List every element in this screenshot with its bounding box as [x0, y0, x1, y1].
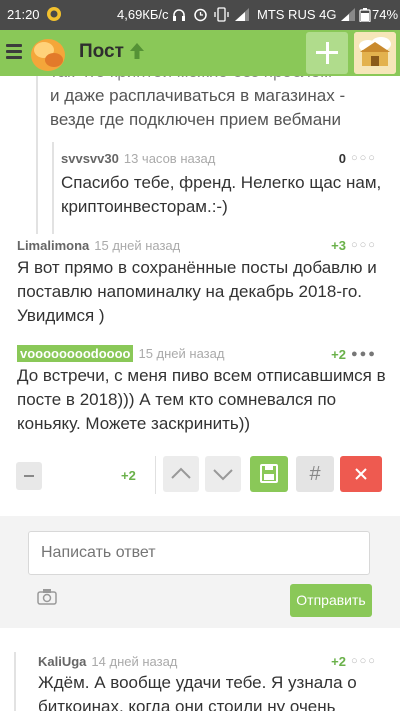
link-button[interactable]: #	[296, 456, 334, 492]
comment-author[interactable]: voooooooodoooo	[17, 345, 134, 362]
send-button[interactable]: Отправить	[290, 584, 372, 617]
comment-meta: KaliUga 14 дней назад	[38, 654, 177, 669]
comment-rating: +2	[331, 347, 346, 362]
chevron-up-icon	[171, 467, 191, 479]
more-icon[interactable]: ○○○	[351, 152, 377, 164]
app-toolbar: Пост	[0, 30, 400, 76]
comments-area: так что криптой можно без проблем и даже…	[0, 76, 400, 711]
more-icon[interactable]: ○○○	[351, 655, 377, 667]
upvote-button[interactable]	[163, 456, 199, 492]
comment-time: 13 часов назад	[123, 151, 216, 166]
comment-author[interactable]: KaliUga	[38, 654, 86, 669]
close-icon	[355, 468, 367, 480]
comment-author[interactable]: Limalimona	[17, 238, 89, 253]
comment-text: До встречи, с меня пиво всем отписавшимс…	[17, 366, 386, 433]
downvote-arrow-button[interactable]	[205, 456, 241, 492]
chevron-down-icon	[213, 469, 233, 481]
battery-icon	[359, 8, 371, 25]
more-icon[interactable]: ○○○	[351, 239, 377, 251]
page-title: Пост	[79, 41, 124, 62]
status-bar: 21:20 4,69КБ/с MTS RUS 4G 74%	[0, 0, 400, 30]
carrier-name: MTS RUS 4G	[257, 7, 337, 22]
comment-text: Ждём. А вообще удачи тебе. Я узнала о би…	[38, 673, 357, 711]
arrow-up-icon[interactable]	[128, 40, 146, 62]
more-icon[interactable]: ●●●	[351, 348, 377, 360]
thread-line	[14, 652, 16, 711]
comment-rating: 0	[338, 151, 346, 166]
status-time: 21:20	[7, 7, 40, 22]
signal-icon	[235, 8, 251, 24]
thread-line	[36, 76, 38, 234]
comment-text-line: и даже расплачиваться в магазинах -	[50, 86, 346, 105]
save-icon	[260, 464, 278, 483]
network-speed: 4,69КБ/с	[117, 7, 169, 22]
divider	[155, 456, 156, 494]
battery-level: 74%	[372, 7, 399, 22]
comment-author[interactable]: svvsvv30	[61, 151, 119, 166]
app-logo[interactable]	[28, 33, 68, 73]
comment-time: 15 дней назад	[138, 346, 225, 361]
alarm-icon	[193, 7, 208, 25]
comment-text-cut: так что криптой можно без проблем	[50, 76, 390, 84]
comment-text-line: везде где подключен прием вебмани	[50, 110, 342, 129]
comment-text: Спасибо тебе, френд. Нелегко щас нам, кр…	[61, 173, 382, 216]
comment-text: так что криптой можно без проблем и даже…	[50, 76, 390, 132]
user-avatar[interactable]	[354, 32, 396, 74]
comment-meta: Limalimona 15 дней назад	[17, 238, 180, 253]
thread-line	[52, 142, 54, 234]
reply-form: Отправить	[0, 516, 400, 628]
comment-text: Я вот прямо в сохранённые посты добавлю …	[17, 258, 377, 325]
close-button[interactable]	[340, 456, 382, 492]
comment-meta: voooooooodoooo 15 дней назад	[17, 345, 225, 362]
comment-rating: +2	[121, 468, 136, 483]
comment-time: 15 дней назад	[94, 238, 181, 253]
notification-icon	[46, 6, 62, 25]
save-button[interactable]	[250, 456, 288, 492]
signal-icon-2	[341, 8, 357, 24]
comment-rating: +3	[331, 238, 346, 253]
comment-rating: +2	[331, 654, 346, 669]
menu-icon[interactable]	[6, 44, 22, 60]
headphones-icon	[172, 8, 186, 25]
comment-meta: svvsvv30 13 часов назад	[61, 151, 215, 166]
add-post-button[interactable]	[306, 32, 348, 74]
reply-input[interactable]	[28, 531, 370, 575]
comment-time: 14 дней назад	[91, 654, 178, 669]
camera-icon[interactable]	[37, 588, 57, 606]
downvote-button[interactable]	[16, 462, 42, 490]
vibrate-icon	[214, 7, 229, 25]
